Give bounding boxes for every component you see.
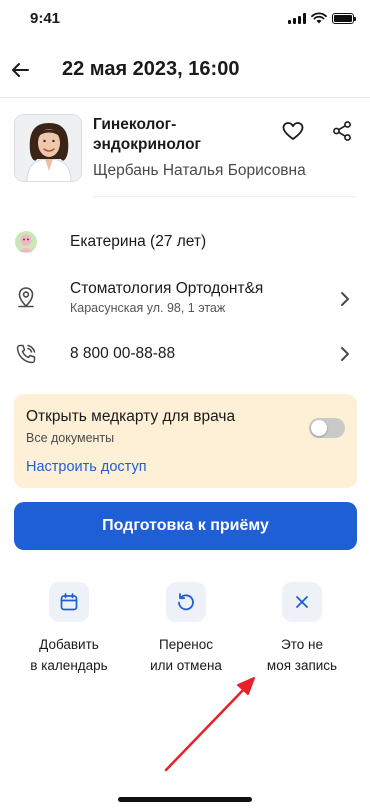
- chevron-right-icon: [341, 292, 349, 306]
- add-to-calendar-label: Добавить в календарь: [14, 634, 124, 676]
- patient-avatar-icon: [15, 231, 37, 253]
- add-to-calendar-button[interactable]: Добавить в календарь: [14, 582, 124, 676]
- chevron-right-icon: [341, 347, 349, 361]
- close-icon: [296, 596, 308, 608]
- action-label-line: или отмена: [150, 658, 222, 673]
- action-label-line: моя запись: [266, 658, 338, 673]
- action-label-line: Это не: [281, 637, 323, 652]
- action-label-line: Добавить: [39, 637, 99, 652]
- calendar-icon: [60, 593, 78, 611]
- reschedule-icon-container: [166, 582, 206, 622]
- share-button[interactable]: [329, 118, 355, 144]
- clinic-row[interactable]: Стоматология Ортодонт&я Карасунская ул. …: [0, 275, 370, 325]
- reschedule-label: Перенос или отмена: [131, 634, 241, 676]
- doctor-specialty-line2: эндокринолог: [93, 136, 201, 153]
- doctor-divider: [93, 196, 356, 197]
- reschedule-or-cancel-button[interactable]: Перенос или отмена: [131, 582, 241, 676]
- status-icons: [288, 12, 356, 24]
- favorite-button[interactable]: [280, 118, 306, 144]
- doctor-name: Щербань Наталья Борисовна: [93, 162, 306, 179]
- phone-row[interactable]: 8 800 00-88-88: [0, 329, 370, 379]
- toggle-knob: [311, 420, 327, 436]
- patient-name: Екатерина (27 лет): [70, 233, 207, 250]
- arrow-left-icon: [12, 63, 29, 77]
- wifi-icon: [311, 12, 327, 24]
- clinic-name: Стоматология Ортодонт&я: [70, 280, 264, 297]
- reschedule-icon: [178, 593, 194, 611]
- medcard-title: Открыть медкарту для врача: [26, 408, 236, 425]
- prepare-appointment-button[interactable]: Подготовка к приёму: [14, 502, 357, 550]
- medcard-subtitle: Все документы: [26, 431, 115, 445]
- calendar-icon-container: [49, 582, 89, 622]
- action-label-line: в календарь: [30, 658, 108, 673]
- location-pin-icon: [18, 287, 34, 308]
- action-label-line: Перенос: [159, 637, 213, 652]
- doctor-specialty: Гинеколог- эндокринолог: [93, 115, 273, 155]
- configure-access-link[interactable]: Настроить доступ: [26, 459, 147, 475]
- page-title: 22 мая 2023, 16:00: [62, 58, 240, 80]
- clinic-address: Карасунская ул. 98, 1 этаж: [70, 301, 226, 315]
- status-time: 9:41: [30, 10, 61, 27]
- share-icon: [333, 121, 351, 141]
- doctor-avatar: [14, 114, 82, 182]
- not-my-appointment-label: Это не моя запись: [247, 634, 357, 676]
- medcard-toggle[interactable]: [309, 418, 345, 438]
- back-button[interactable]: [6, 56, 34, 84]
- heart-icon: [282, 122, 304, 140]
- doctor-photo: [15, 115, 81, 181]
- battery-icon: [332, 12, 356, 24]
- close-icon-container: [282, 582, 322, 622]
- doctor-specialty-line1: Гинеколог-: [93, 116, 177, 133]
- signal-icon: [288, 12, 306, 24]
- header-divider: [0, 97, 370, 98]
- phone-icon: [16, 344, 36, 364]
- not-my-appointment-button[interactable]: Это не моя запись: [247, 582, 357, 676]
- home-indicator: [118, 797, 252, 802]
- phone-number: 8 800 00-88-88: [70, 345, 176, 362]
- patient-row: Екатерина (27 лет): [0, 217, 370, 267]
